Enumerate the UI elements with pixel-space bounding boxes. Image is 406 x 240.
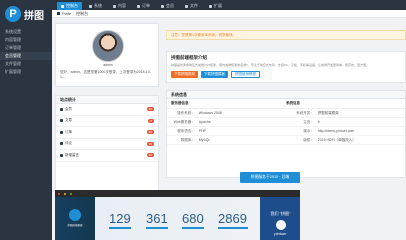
logo-icon: P bbox=[5, 6, 21, 22]
logo-icon bbox=[69, 209, 81, 221]
preview-bar bbox=[182, 227, 204, 229]
comment-icon bbox=[60, 142, 63, 146]
tab-plate[interactable]: Plate bbox=[57, 11, 71, 16]
breadcrumb: Plate 控制台 bbox=[52, 10, 406, 18]
brand-logo[interactable]: P 拼图 bbox=[0, 0, 52, 28]
preview-stat: 680 bbox=[182, 211, 204, 226]
nav-item-files[interactable]: 文件 bbox=[181, 2, 202, 10]
count-badge: 88 bbox=[146, 130, 154, 135]
stat-row-articles[interactable]: 文章 8 bbox=[56, 116, 158, 127]
dot-icon bbox=[64, 192, 66, 195]
cart-icon bbox=[60, 130, 63, 134]
stat-row-messages[interactable]: 新增留言 99 bbox=[56, 150, 158, 162]
brand-name: 拼图 bbox=[24, 10, 44, 22]
sidebar-item-orders[interactable]: 订单管理 bbox=[0, 44, 52, 52]
count-badge: 99 bbox=[146, 141, 154, 146]
cart-icon bbox=[137, 4, 140, 8]
dot-icon bbox=[70, 192, 72, 195]
count-badge: 99 bbox=[146, 107, 154, 112]
puzzle-icon bbox=[209, 4, 212, 8]
preview-stat: 361 bbox=[146, 211, 168, 226]
qr-code-icon bbox=[275, 220, 286, 230]
site-preview-image: 拼图前端框架 129 361 680 2869 我们 "拼图" pintuer bbox=[55, 190, 300, 240]
home-icon bbox=[61, 4, 64, 8]
system-info-headers: 服务器信息 系统信息 bbox=[167, 99, 405, 109]
preview-bar bbox=[109, 227, 131, 229]
preview-stat: 2869 bbox=[218, 211, 247, 226]
document-icon bbox=[113, 4, 116, 8]
table-row: 操作系统： Windows 2008 系统开发： 拼图前端框架 bbox=[167, 109, 405, 118]
welcome-text: 您好，admin，这是您第1000次登录，上次登录为2014-10-1。 bbox=[60, 70, 151, 79]
avatar[interactable] bbox=[92, 30, 124, 62]
user-panel: admin 您好，admin，这是您第1000次登录，上次登录为2014-10-… bbox=[55, 23, 159, 87]
preview-tabbar bbox=[55, 190, 300, 197]
preview-logo: 拼图前端框架 bbox=[60, 209, 90, 229]
sidebar-item-content[interactable]: 内容管理 bbox=[0, 36, 52, 44]
sidebar-item-extensions[interactable]: 扩展管理 bbox=[0, 68, 52, 76]
gear-icon bbox=[89, 4, 92, 8]
preview-bar bbox=[218, 227, 248, 229]
user-name: admin bbox=[103, 63, 113, 67]
system-info-panel: 系统信息 服务器信息 系统信息 操作系统： Windows 2008 系统开发： 拼图… bbox=[166, 90, 406, 178]
intro-panel: 拼图前端框架介绍 拼图是优秀的响应式前端CSS框架，国内前端框架排名前5，专注于… bbox=[166, 51, 406, 83]
stat-row-members[interactable]: 会员 99 bbox=[56, 104, 158, 116]
stat-row-comments[interactable]: 评论 99 bbox=[56, 139, 158, 150]
preview-screen: 拼图前端框架 129 361 680 2869 我们 "拼图" pintuer bbox=[55, 197, 300, 240]
user-icon bbox=[60, 107, 63, 111]
panel-title: 系统信息 bbox=[167, 91, 405, 99]
table-row: 程序语言： PHP 演示： http://demo.pintuer.com bbox=[167, 127, 405, 136]
top-bar: 控制台 系统 内容 订单 会员 文件 扩展 bbox=[0, 0, 406, 10]
message-icon bbox=[60, 153, 63, 157]
main-nav: 控制台 系统 内容 订单 会员 文件 扩展 bbox=[57, 2, 229, 10]
folder-icon bbox=[185, 4, 188, 8]
count-badge: 99 bbox=[146, 153, 154, 158]
nav-item-orders[interactable]: 订单 bbox=[133, 2, 154, 10]
nav-item-content[interactable]: 内容 bbox=[109, 2, 130, 10]
document-icon bbox=[60, 119, 63, 123]
panel-title: 站点统计 bbox=[56, 96, 158, 104]
intro-title: 拼图前端框架介绍 bbox=[171, 55, 207, 60]
notice-alert: 注意：您是第1次使用本系统，祝您愉快。 bbox=[166, 30, 406, 40]
sidebar: 系统设置 内容管理 订单管理 会员管理 文件管理 扩展管理 bbox=[0, 28, 52, 240]
preview-promo: 我们 "拼图" pintuer bbox=[270, 211, 291, 236]
tutorial-button[interactable]: 拼图使用教程 bbox=[231, 71, 260, 78]
site-stats-panel: 站点统计 会员 99 文章 8 订单 88 评论 99 新增留言 99 bbox=[55, 95, 159, 191]
sidebar-item-members[interactable]: 会员管理 bbox=[0, 52, 52, 60]
download-template-button[interactable]: 下载拼图模板 bbox=[201, 71, 228, 78]
stat-row-orders[interactable]: 订单 88 bbox=[56, 127, 158, 139]
nav-item-system[interactable]: 系统 bbox=[85, 2, 106, 10]
nav-item-members[interactable]: 会员 bbox=[157, 2, 178, 10]
tooltip-banner[interactable]: 拼图服务于2015 · 后端 bbox=[240, 172, 300, 183]
tab-dashboard[interactable]: 控制台 bbox=[76, 11, 88, 17]
sidebar-item-system-settings[interactable]: 系统设置 bbox=[0, 28, 52, 36]
dot-icon bbox=[58, 192, 60, 195]
preview-bar bbox=[146, 227, 168, 229]
nav-item-extensions[interactable]: 扩展 bbox=[205, 2, 226, 10]
nav-item-dashboard[interactable]: 控制台 bbox=[57, 2, 82, 10]
count-badge: 8 bbox=[148, 118, 154, 123]
preview-stat: 129 bbox=[109, 211, 131, 226]
sidebar-item-files[interactable]: 文件管理 bbox=[0, 60, 52, 68]
table-row: Web服务器： Apache 主页： # bbox=[167, 118, 405, 127]
home-icon bbox=[57, 12, 60, 15]
download-framework-button[interactable]: 下载拼图框架 bbox=[171, 71, 198, 78]
table-row: 数据库： MySQL 版权： 2015 HDFI（单独改入） bbox=[167, 136, 405, 145]
intro-actions: 下载拼图框架 下载拼图模板 拼图使用教程 bbox=[167, 67, 405, 78]
user-icon bbox=[161, 4, 164, 8]
